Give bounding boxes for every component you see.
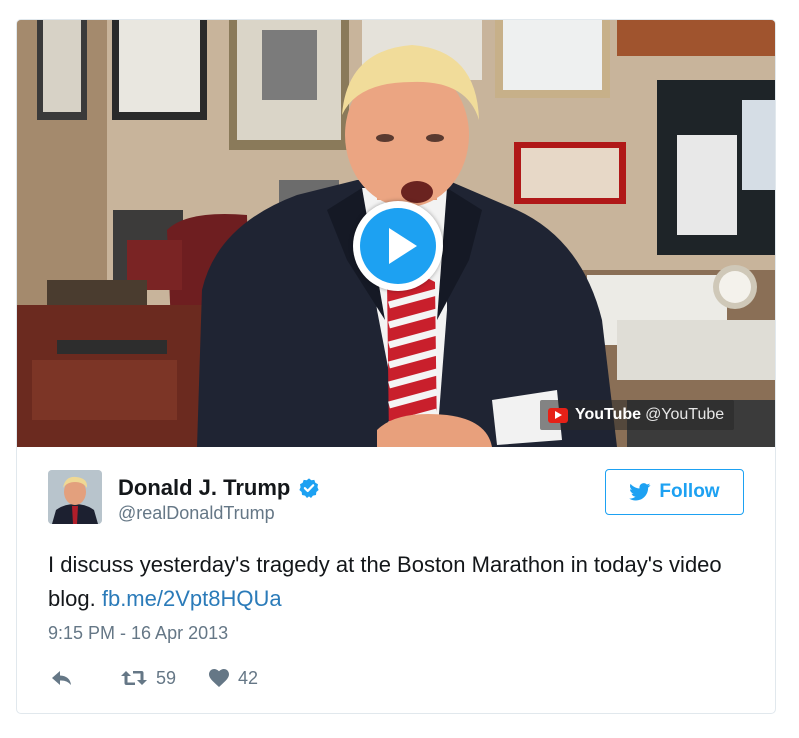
avatar-image xyxy=(48,470,102,524)
verified-badge-icon xyxy=(299,478,319,498)
youtube-logo-icon xyxy=(548,407,568,423)
follow-button[interactable]: Follow xyxy=(605,469,744,515)
youtube-handle: @YouTube xyxy=(645,406,725,423)
tweet-actions: 59 42 xyxy=(48,664,448,694)
video-player[interactable]: YouTube @YouTube xyxy=(17,20,775,447)
retweet-button[interactable]: 59 xyxy=(120,664,176,692)
tweet-text: I discuss yesterday's tragedy at the Bos… xyxy=(48,548,748,616)
author-block: Donald J. Trump @realDonaldTrump xyxy=(48,470,468,526)
author-name[interactable]: Donald J. Trump xyxy=(118,475,320,501)
play-button[interactable] xyxy=(353,201,443,291)
retweet-count: 59 xyxy=(156,667,177,688)
like-count: 42 xyxy=(238,667,259,688)
tweet-card: YouTube @YouTube Donald J. Trump @realDo… xyxy=(16,19,776,714)
author-name-text: Donald J. Trump xyxy=(118,475,291,500)
youtube-label: YouTube xyxy=(575,406,642,423)
youtube-watermark[interactable]: YouTube @YouTube xyxy=(540,400,735,430)
tweet-timestamp[interactable]: 9:15 PM - 16 Apr 2013 xyxy=(48,623,228,644)
heart-icon xyxy=(209,669,229,687)
author-handle[interactable]: @realDonaldTrump xyxy=(118,503,275,524)
reply-icon xyxy=(52,671,71,685)
play-button-circle xyxy=(360,208,436,284)
twitter-bird-icon xyxy=(629,483,651,501)
avatar[interactable] xyxy=(48,470,102,524)
follow-label: Follow xyxy=(659,481,720,502)
like-button[interactable]: 42 xyxy=(208,664,258,692)
tweet-link[interactable]: fb.me/2Vpt8HQUa xyxy=(102,586,282,611)
play-icon xyxy=(389,228,417,264)
reply-button[interactable] xyxy=(50,664,74,692)
retweet-icon xyxy=(121,671,147,685)
